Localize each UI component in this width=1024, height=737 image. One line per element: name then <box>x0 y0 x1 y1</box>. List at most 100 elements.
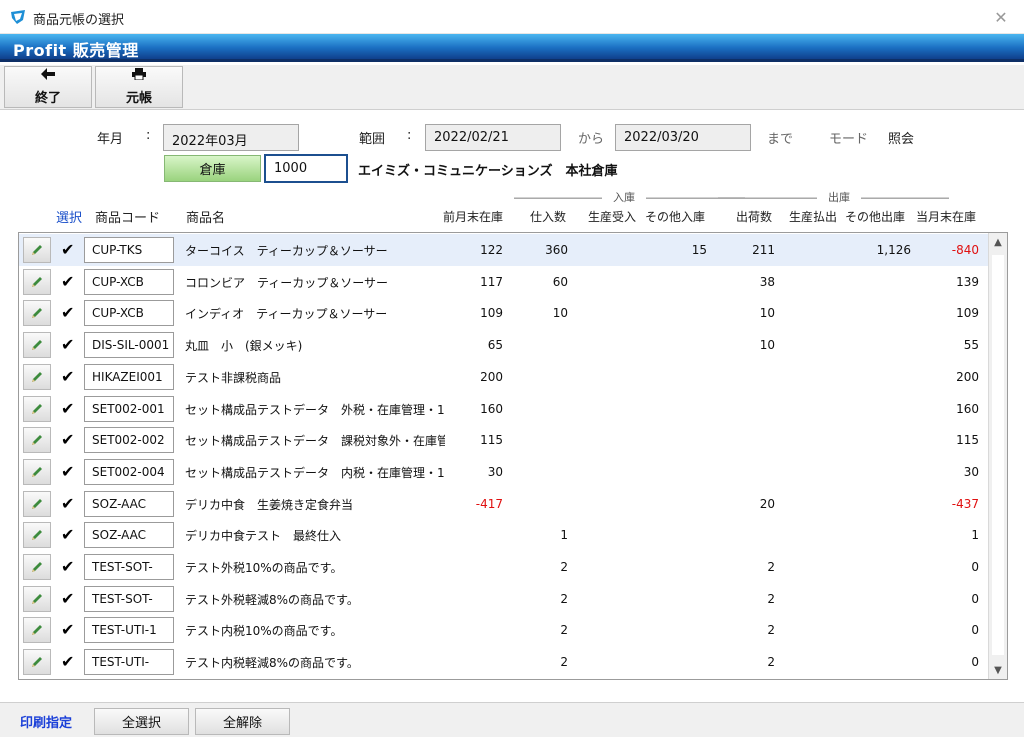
product-name-cell: デリカ中食 生姜焼き定食弁当 <box>185 497 354 512</box>
product-code-cell[interactable]: SET002-004 <box>84 458 174 485</box>
edit-button[interactable] <box>23 490 51 517</box>
cell-shipped: 10 <box>759 338 775 353</box>
edit-button[interactable] <box>23 522 51 549</box>
edit-button[interactable] <box>23 268 51 295</box>
product-code-cell[interactable]: SET002-002 <box>84 427 174 454</box>
product-code-cell[interactable]: CUP-XCB <box>84 300 174 327</box>
product-code-cell[interactable]: CUP-XCB <box>84 268 174 295</box>
title-bar: 商品元帳の選択 ✕ <box>0 0 1024 34</box>
year-month-field[interactable]: 2022年03月 <box>163 124 299 151</box>
table-row[interactable]: ✔ SET002-004 セット構成品テストデータ 内税・在庫管理・1 30 30 <box>19 456 989 488</box>
range-from-field[interactable]: 2022/02/21 <box>425 124 561 151</box>
select-checkbox[interactable]: ✔ <box>61 495 74 512</box>
range-from-suffix: から <box>578 132 605 147</box>
product-name-cell: テスト内税10%の商品です。 <box>185 624 343 639</box>
cell-prev: 115 <box>480 433 503 448</box>
product-name-cell: ターコイス ティーカップ＆ソーサー <box>185 244 388 258</box>
edit-button[interactable] <box>23 427 51 454</box>
product-code-cell[interactable]: SET002-001 <box>84 395 174 422</box>
product-name-cell: コロンビア ティーカップ＆ソーサー <box>185 275 389 290</box>
exit-button[interactable]: 終了 <box>4 66 92 108</box>
scroll-up-icon[interactable]: ▲ <box>989 233 1007 251</box>
select-checkbox[interactable]: ✔ <box>61 432 74 448</box>
arrow-left-icon <box>41 68 55 84</box>
cell-prev: 30 <box>487 464 503 479</box>
edit-button[interactable] <box>23 395 51 422</box>
deselect-all-button[interactable]: 全解除 <box>195 708 290 735</box>
warehouse-button[interactable]: 倉庫 <box>164 155 261 182</box>
table-row[interactable]: ✔ CUP-TKS ターコイス ティーカップ＆ソーサー 122 360 15 211 1,12… <box>19 234 989 266</box>
column-header-select[interactable]: 選択 <box>56 207 82 226</box>
table-row[interactable]: ✔ SET002-002 セット構成品テストデータ 課税対象外・在庫管 115 115 <box>19 424 989 456</box>
product-code-cell[interactable]: TEST-UTI-1 <box>84 617 174 644</box>
edit-button[interactable] <box>23 332 51 359</box>
product-code-cell[interactable]: TEST-SOT- <box>84 554 174 580</box>
pencil-icon <box>32 276 42 287</box>
table-row[interactable]: ✔ DIS-SIL-0001 丸皿 小 (銀メッキ) 65 10 55 <box>19 329 989 361</box>
select-checkbox[interactable]: ✔ <box>61 590 74 607</box>
product-name-cell: テスト外税軽減8%の商品です。 <box>185 592 359 607</box>
range-to-field[interactable]: 2022/03/20 <box>615 124 751 151</box>
edit-button[interactable] <box>23 585 51 612</box>
scroll-down-icon[interactable]: ▼ <box>989 661 1007 679</box>
cell-purchase: 2 <box>560 623 568 638</box>
mode-label: モード <box>829 132 869 147</box>
table-row[interactable]: ✔ TEST-SOT- テスト外税10%の商品です。 2 2 0 <box>19 551 989 583</box>
cell-shipped: 20 <box>759 496 775 511</box>
column-header-product-code: 商品コード <box>95 211 161 226</box>
edit-button[interactable] <box>23 458 51 485</box>
close-icon[interactable]: ✕ <box>978 0 1024 34</box>
table-row[interactable]: ✔ SOZ-AAC デリカ中食テスト 最終仕入 1 1 <box>19 519 989 551</box>
app-name: Profit 販売管理 <box>13 41 139 60</box>
select-checkbox[interactable]: ✔ <box>61 337 74 353</box>
product-code-cell[interactable]: TEST-SOT- <box>84 585 174 612</box>
cell-end: 30 <box>963 464 979 479</box>
scrollbar-thumb[interactable] <box>992 255 1004 655</box>
product-code-cell[interactable]: SOZ-AAC <box>84 522 174 549</box>
product-ledger-grid: ✔ CUP-TKS ターコイス ティーカップ＆ソーサー 122 360 15 211 1,12… <box>18 232 1008 680</box>
vertical-scrollbar[interactable]: ▲ ▼ <box>988 233 1007 679</box>
edit-button[interactable] <box>23 300 51 327</box>
cell-shipped: 211 <box>752 243 775 257</box>
product-code-cell[interactable]: SOZ-AAC <box>84 490 174 517</box>
product-code-cell[interactable]: CUP-TKS <box>84 237 174 263</box>
table-row[interactable]: ✔ SOZ-AAC デリカ中食 生姜焼き定食弁当 -417 20 -437 <box>19 488 989 520</box>
select-checkbox[interactable]: ✔ <box>61 273 74 290</box>
edit-button[interactable] <box>23 617 51 644</box>
table-row[interactable]: ✔ TEST-UTI- テスト内税軽減8%の商品です。 2 2 0 <box>19 646 989 678</box>
warehouse-code-input[interactable]: 1000 <box>264 154 348 183</box>
select-checkbox[interactable]: ✔ <box>61 368 74 385</box>
edit-button[interactable] <box>23 237 51 263</box>
pencil-icon <box>32 245 42 255</box>
product-code-cell[interactable]: TEST-UTI- <box>84 649 174 676</box>
select-checkbox[interactable]: ✔ <box>61 654 74 670</box>
select-checkbox[interactable]: ✔ <box>61 400 74 417</box>
product-code-cell[interactable]: DIS-SIL-0001 <box>84 332 174 359</box>
cell-shipped: 2 <box>767 591 775 606</box>
edit-button[interactable] <box>23 649 51 676</box>
range-colon: : <box>407 128 412 143</box>
table-row[interactable]: ✔ TEST-SOT- テスト外税軽減8%の商品です。 2 2 0 <box>19 583 989 615</box>
select-checkbox[interactable]: ✔ <box>61 305 74 321</box>
table-row[interactable]: ✔ CUP-XCB コロンビア ティーカップ＆ソーサー 117 60 38 139 <box>19 266 989 298</box>
table-row[interactable]: ✔ TEST-UTI-1 テスト内税10%の商品です。 2 2 0 <box>19 614 989 646</box>
edit-button[interactable] <box>23 363 51 390</box>
table-row[interactable]: ✔ SET002-001 セット構成品テストデータ 外税・在庫管理・1 160 160 <box>19 393 989 425</box>
select-checkbox[interactable]: ✔ <box>61 622 74 638</box>
cell-end: 55 <box>963 338 979 353</box>
ledger-button[interactable]: 元帳 <box>95 66 183 108</box>
table-row[interactable]: ✔ CUP-XCB インディオ ティーカップ＆ソーサー 109 10 10 109 <box>19 297 989 329</box>
product-name-cell: テスト外税10%の商品です。 <box>185 561 343 575</box>
column-header-product-name: 商品名 <box>186 211 226 226</box>
edit-button[interactable] <box>23 554 51 580</box>
table-row[interactable]: ✔ HIKAZEI001 テスト非課税商品 200 200 <box>19 361 989 393</box>
product-code-cell[interactable]: HIKAZEI001 <box>84 363 174 390</box>
cell-purchase: 2 <box>560 655 568 670</box>
select-checkbox[interactable]: ✔ <box>61 242 74 258</box>
pencil-icon <box>32 657 42 668</box>
select-checkbox[interactable]: ✔ <box>61 463 74 480</box>
select-checkbox[interactable]: ✔ <box>61 527 74 543</box>
pencil-icon <box>32 308 42 319</box>
select-checkbox[interactable]: ✔ <box>61 559 74 575</box>
select-all-button[interactable]: 全選択 <box>94 708 189 735</box>
